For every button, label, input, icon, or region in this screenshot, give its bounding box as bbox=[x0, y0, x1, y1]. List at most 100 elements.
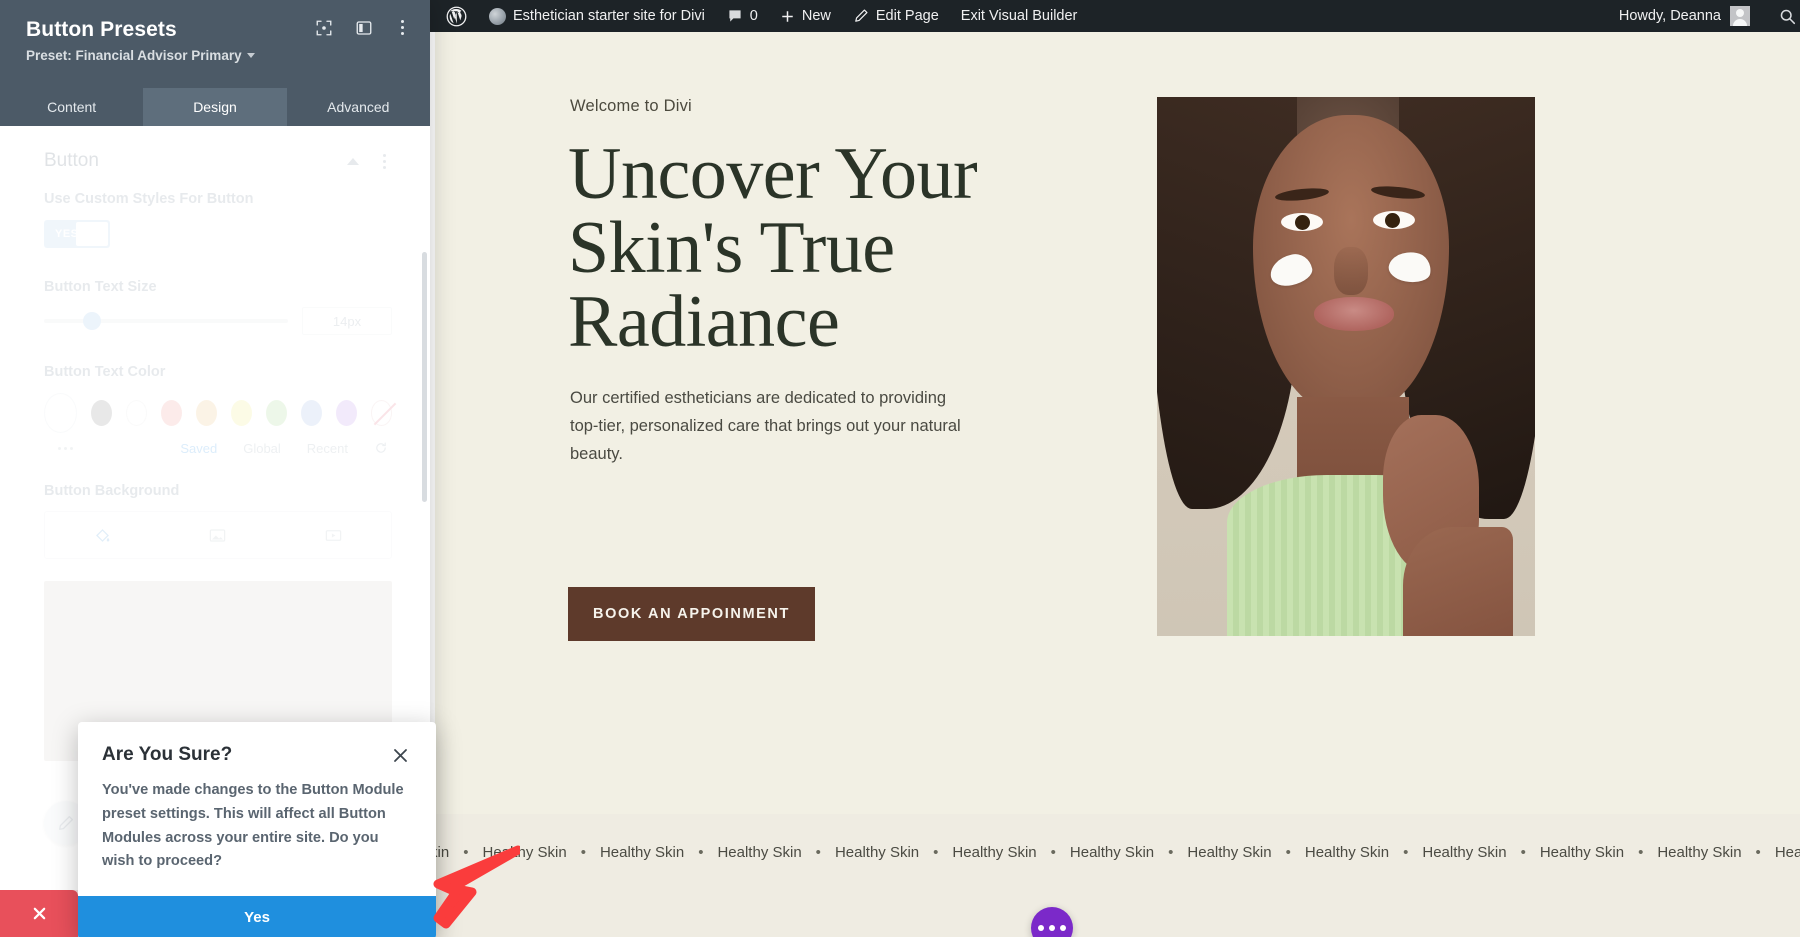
account-menu[interactable]: Howdy, Deanna bbox=[1611, 0, 1758, 32]
kebab-menu-icon[interactable] bbox=[395, 18, 410, 37]
pencil-icon bbox=[853, 8, 869, 24]
new-content-menu[interactable]: New bbox=[769, 0, 842, 32]
hero-heading: Uncover Your Skin's True Radiance bbox=[568, 137, 1038, 359]
kebab-menu-icon[interactable] bbox=[377, 152, 392, 171]
tab-content[interactable]: Content bbox=[0, 88, 143, 126]
confirmation-modal: Are You Sure? You've made changes to the… bbox=[78, 722, 436, 937]
new-label: New bbox=[802, 8, 831, 24]
marquee-item: Healthy Skin bbox=[600, 844, 692, 861]
gradient-image-icon bbox=[208, 526, 227, 545]
book-appointment-button[interactable]: BOOK AN APPOINMENT bbox=[568, 587, 815, 641]
text-size-value[interactable]: 14px bbox=[302, 307, 392, 335]
text-size-slider[interactable] bbox=[44, 319, 288, 323]
no-color-icon[interactable] bbox=[371, 400, 392, 426]
marquee-item: Healthy Skin bbox=[717, 844, 809, 861]
marquee-item: Healthy Skin bbox=[1422, 844, 1514, 861]
marquee-separator: • bbox=[1397, 844, 1422, 861]
custom-styles-label: Use Custom Styles For Button bbox=[44, 190, 392, 210]
palette-swatch[interactable] bbox=[231, 400, 252, 426]
marquee-item: Healthy Skin bbox=[1305, 844, 1397, 861]
marquee-row: Healthy Skin•Healthy Skin•Healthy Skin•H… bbox=[435, 844, 1800, 861]
button-text-size-label: Button Text Size bbox=[44, 278, 392, 298]
search-icon[interactable] bbox=[1770, 0, 1800, 32]
hero-eyebrow: Welcome to Divi bbox=[570, 97, 692, 116]
modal-confirm-yes-button[interactable]: Yes bbox=[78, 896, 436, 937]
tab-design[interactable]: Design bbox=[143, 88, 286, 126]
marquee-item: Healthy Skin bbox=[835, 844, 927, 861]
preset-selector[interactable]: Preset: Financial Advisor Primary bbox=[26, 48, 404, 63]
color-source-tabs: Saved Global Recent bbox=[44, 441, 392, 456]
marquee-separator: • bbox=[1162, 844, 1187, 861]
color-palette bbox=[44, 393, 392, 433]
palette-swatch[interactable] bbox=[126, 400, 147, 426]
palette-swatch[interactable] bbox=[301, 400, 322, 426]
focus-target-icon[interactable] bbox=[315, 19, 333, 37]
visual-builder-canvas: Welcome to Divi Uncover Your Skin's True… bbox=[435, 32, 1800, 937]
toggle-knob bbox=[76, 222, 108, 246]
exit-visual-builder-label: Exit Visual Builder bbox=[961, 8, 1078, 24]
hero-image bbox=[1157, 97, 1535, 636]
marquee-separator: • bbox=[1280, 844, 1305, 861]
more-dots-icon[interactable] bbox=[44, 447, 73, 450]
bg-tab-color[interactable] bbox=[45, 512, 160, 558]
palette-swatch[interactable] bbox=[266, 400, 287, 426]
wp-logo-menu[interactable] bbox=[435, 0, 478, 32]
button-text-size-control[interactable]: 14px bbox=[44, 307, 392, 335]
chevron-up-icon[interactable] bbox=[347, 158, 359, 165]
screen-root: Welcome to Divi Uncover Your Skin's True… bbox=[0, 0, 1800, 937]
background-video-icon bbox=[324, 526, 343, 545]
current-color-swatch[interactable] bbox=[44, 393, 77, 433]
button-settings-group-header[interactable]: Button bbox=[44, 144, 392, 190]
panel-scrollbar[interactable] bbox=[422, 252, 427, 502]
marquee-item: Healthy Skin bbox=[1657, 844, 1749, 861]
site-globe-icon bbox=[489, 8, 506, 25]
button-background-label: Button Background bbox=[44, 482, 392, 502]
close-x-icon[interactable] bbox=[389, 744, 412, 767]
edit-page-link[interactable]: Edit Page bbox=[842, 0, 950, 32]
reset-circle-icon[interactable] bbox=[374, 441, 388, 455]
palette-swatch[interactable] bbox=[336, 400, 357, 426]
marquee-separator: • bbox=[1750, 844, 1775, 861]
site-name-menu[interactable]: Esthetician starter site for Divi bbox=[478, 0, 716, 32]
slider-handle[interactable] bbox=[83, 312, 101, 330]
color-tab-saved[interactable]: Saved bbox=[180, 441, 217, 456]
bg-tab-video[interactable] bbox=[276, 512, 391, 558]
button-text-color-label: Button Text Color bbox=[44, 363, 392, 383]
marquee-separator: • bbox=[1515, 844, 1540, 861]
panel-header: Button Presets Preset: Financial Advisor… bbox=[0, 0, 430, 88]
marquee-item: Healthy Skin bbox=[1540, 844, 1632, 861]
custom-styles-toggle[interactable]: YES bbox=[44, 220, 110, 248]
marquee-separator: • bbox=[1632, 844, 1657, 861]
background-type-tabs bbox=[44, 511, 392, 559]
comments-link[interactable]: 0 bbox=[716, 0, 769, 32]
hero-paragraph: Our certified estheticians are dedicated… bbox=[570, 384, 970, 468]
bg-tab-gradient[interactable] bbox=[160, 512, 275, 558]
chevron-down-icon bbox=[247, 53, 255, 58]
group-title: Button bbox=[44, 150, 99, 172]
comments-count: 0 bbox=[750, 8, 758, 24]
marquee-item: Healthy Skin bbox=[952, 844, 1044, 861]
palette-swatch[interactable] bbox=[161, 400, 182, 426]
marquee-separator: • bbox=[927, 844, 952, 861]
marquee-separator: • bbox=[810, 844, 835, 861]
preset-label: Preset: Financial Advisor Primary bbox=[26, 48, 242, 63]
marquee-item: Healthy Skin bbox=[1070, 844, 1162, 861]
panel-tabs: Content Design Advanced bbox=[0, 88, 430, 126]
marquee-separator: • bbox=[575, 844, 600, 861]
color-tab-global[interactable]: Global bbox=[243, 441, 281, 456]
panel-layout-icon[interactable] bbox=[355, 19, 373, 37]
site-name-label: Esthetician starter site for Divi bbox=[513, 8, 705, 24]
modal-body-text: You've made changes to the Button Module… bbox=[78, 767, 436, 896]
palette-swatch[interactable] bbox=[196, 400, 217, 426]
close-editor-chip[interactable] bbox=[0, 890, 78, 937]
plus-icon bbox=[780, 9, 795, 24]
palette-swatch[interactable] bbox=[91, 400, 112, 426]
red-arrow-annotation bbox=[400, 840, 520, 930]
color-tab-recent[interactable]: Recent bbox=[307, 441, 348, 456]
toggle-value: YES bbox=[44, 228, 79, 240]
exit-visual-builder-link[interactable]: Exit Visual Builder bbox=[950, 0, 1089, 32]
comment-bubble-icon bbox=[727, 8, 743, 24]
wordpress-logo-icon bbox=[446, 6, 467, 27]
marquee-band: Healthy Skin•Healthy Skin•Healthy Skin•H… bbox=[435, 814, 1800, 937]
tab-advanced[interactable]: Advanced bbox=[287, 88, 430, 126]
